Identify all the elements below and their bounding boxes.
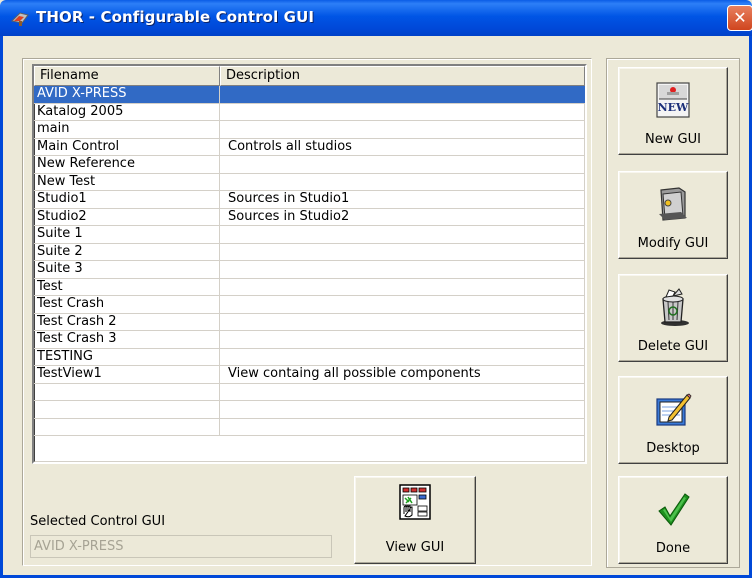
folder-icon bbox=[659, 187, 687, 221]
list-row[interactable]: main bbox=[34, 121, 585, 139]
main-window: THOR - Configurable Control GUI ✕ Filena… bbox=[0, 0, 752, 578]
cell-description bbox=[220, 86, 585, 103]
column-header-description[interactable]: Description bbox=[220, 66, 585, 86]
cell-description bbox=[220, 244, 585, 261]
list-row[interactable]: AVID X-PRESS bbox=[34, 86, 585, 104]
view-gui-button[interactable]: View GUI bbox=[354, 476, 476, 564]
list-row[interactable]: TestView1 View containg all possible comp… bbox=[34, 366, 585, 384]
new-document-icon: NEW bbox=[656, 82, 690, 118]
cell-filename bbox=[34, 383, 220, 400]
list-row[interactable]: Test Crash 3 bbox=[34, 331, 585, 349]
cell-description: Sources in Studio1 bbox=[228, 191, 350, 206]
delete-gui-button[interactable]: Delete GUI bbox=[618, 274, 728, 362]
cell-description bbox=[220, 296, 585, 313]
cell-filename: Suite 2 bbox=[34, 243, 220, 260]
cell-filename: Main Control bbox=[34, 138, 220, 155]
desktop-button[interactable]: Desktop bbox=[618, 376, 728, 464]
selected-gui-label: Selected Control GUI bbox=[30, 514, 166, 529]
modify-gui-button[interactable]: Modify GUI bbox=[618, 171, 728, 259]
checkmark-icon bbox=[658, 493, 690, 526]
cell-filename: New Test bbox=[34, 173, 220, 190]
cell-filename: Test Crash 3 bbox=[34, 331, 220, 348]
list-row[interactable]: Test Crash bbox=[34, 296, 585, 314]
new-gui-label: New GUI bbox=[645, 132, 701, 147]
view-gui-label: View GUI bbox=[385, 540, 445, 555]
list-row[interactable]: Studio1 Sources in Studio1 bbox=[34, 191, 585, 209]
cell-filename: TestView1 bbox=[34, 366, 220, 383]
list-row[interactable]: Suite 3 bbox=[34, 261, 585, 279]
close-button[interactable]: ✕ bbox=[727, 5, 752, 31]
cell-description bbox=[220, 331, 585, 348]
recycle-bin-icon bbox=[661, 288, 689, 326]
selected-gui-field: AVID X-PRESS bbox=[30, 535, 332, 558]
cell-description bbox=[220, 174, 585, 191]
list-row[interactable]: New Reference bbox=[34, 156, 585, 174]
list-row[interactable]: TESTING bbox=[34, 348, 585, 366]
title-bar[interactable]: THOR - Configurable Control GUI ✕ bbox=[0, 0, 752, 36]
list-row[interactable]: Suite 1 bbox=[34, 226, 585, 244]
done-label: Done bbox=[655, 541, 691, 556]
list-row[interactable]: New Test bbox=[34, 173, 585, 191]
done-button[interactable]: Done bbox=[618, 476, 728, 564]
list-row[interactable]: Studio2 Sources in Studio2 bbox=[34, 208, 585, 226]
cell-filename: Studio1 bbox=[34, 191, 220, 208]
view-panel-icon bbox=[399, 484, 431, 520]
new-gui-button[interactable]: NEW New GUI bbox=[618, 67, 728, 155]
list-row[interactable]: Katalog 2005 bbox=[34, 103, 585, 121]
thor-app-icon bbox=[10, 12, 29, 26]
cell-description: View containg all possible components bbox=[228, 366, 481, 381]
list-row[interactable]: Suite 2 bbox=[34, 243, 585, 261]
cell-filename: Suite 3 bbox=[34, 261, 220, 278]
cell-description bbox=[220, 121, 585, 138]
cell-description bbox=[220, 226, 585, 243]
cell-filename: TESTING bbox=[34, 348, 220, 365]
window-frame-left bbox=[0, 36, 3, 578]
cell-description: Controls all studios bbox=[228, 138, 352, 154]
cell-filename: Test bbox=[34, 278, 220, 295]
cell-description bbox=[220, 384, 585, 401]
list-row[interactable]: Test bbox=[34, 278, 585, 296]
list-body: AVID X-PRESS Katalog 2005 main Main Control… bbox=[34, 86, 585, 436]
window-title: THOR - Configurable Control GUI bbox=[36, 8, 315, 26]
cell-description: Sources in Studio2 bbox=[228, 208, 350, 224]
gui-list-view[interactable]: Filename Description AVID X-PRESS Katalog… bbox=[32, 64, 587, 464]
desktop-label: Desktop bbox=[646, 441, 700, 456]
list-row[interactable]: Test Crash 2 bbox=[34, 313, 585, 331]
list-header: Filename Description bbox=[34, 66, 585, 86]
cell-description bbox=[220, 261, 585, 278]
cell-description bbox=[220, 349, 585, 366]
cell-filename: Suite 1 bbox=[34, 226, 220, 243]
list-row[interactable] bbox=[34, 418, 585, 436]
list-row[interactable] bbox=[34, 401, 585, 419]
cell-description bbox=[220, 104, 585, 121]
notepad-pencil-icon bbox=[656, 393, 692, 426]
cell-description bbox=[220, 419, 585, 436]
cell-filename: Katalog 2005 bbox=[34, 103, 220, 120]
cell-filename: Test Crash bbox=[34, 296, 220, 313]
modify-gui-label: Modify GUI bbox=[637, 236, 709, 251]
cell-description bbox=[220, 156, 585, 173]
cell-description bbox=[220, 279, 585, 296]
cell-filename: Studio2 bbox=[34, 208, 220, 225]
cell-filename: New Reference bbox=[34, 156, 220, 173]
cell-description bbox=[220, 314, 585, 331]
cell-filename bbox=[34, 401, 220, 418]
svg-text:NEW: NEW bbox=[658, 101, 689, 114]
cell-filename: Test Crash 2 bbox=[34, 313, 220, 330]
list-row[interactable] bbox=[34, 383, 585, 401]
cell-description bbox=[220, 401, 585, 418]
cell-filename: main bbox=[34, 121, 220, 138]
cell-filename: AVID X-PRESS bbox=[34, 86, 220, 103]
delete-gui-label: Delete GUI bbox=[637, 339, 709, 354]
cell-filename bbox=[34, 418, 220, 435]
list-row[interactable]: Main Control Controls all studios bbox=[34, 138, 585, 156]
column-header-filename[interactable]: Filename bbox=[34, 66, 220, 86]
